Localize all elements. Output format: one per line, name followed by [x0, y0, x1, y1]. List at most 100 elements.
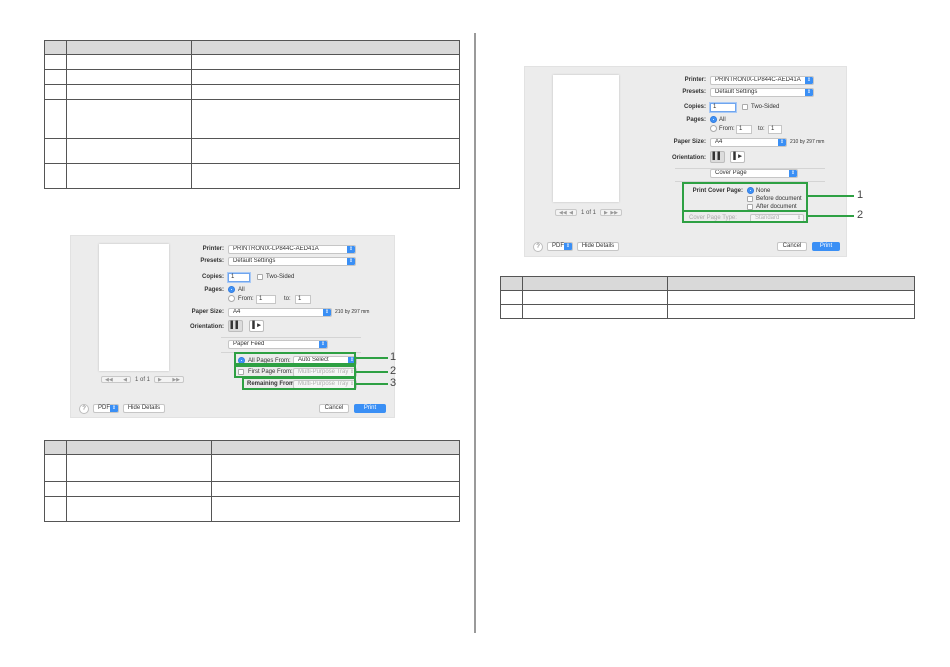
callout-leader-2: [808, 215, 854, 217]
paper-size-label: Paper Size:: [673, 139, 706, 145]
column-divider: [474, 33, 476, 633]
landscape-orientation-button[interactable]: ▌▸: [249, 320, 264, 332]
hide-details-button[interactable]: Hide Details: [577, 242, 619, 251]
printer-value: PRINTRONIX-LP844C-AED41A: [233, 246, 319, 252]
presets-label: Presets:: [200, 258, 224, 264]
prev-page-button[interactable]: ◀◀ ◀: [101, 376, 131, 383]
cancel-button[interactable]: Cancel: [777, 242, 807, 251]
two-sided-checkbox[interactable]: [742, 104, 748, 110]
paper-size-select[interactable]: A4 ⇕: [710, 138, 787, 147]
table-row: [500, 290, 915, 305]
table-row: [44, 496, 460, 522]
table-header-row: [44, 440, 460, 455]
table-row: [44, 454, 460, 482]
printer-value: PRINTRONIX-LP844C-AED41A: [715, 77, 801, 83]
print-dialog-cover-page: ◀◀ ◀ 1 of 1 ▶ ▶▶ Printer: PRINTRONIX-LP844…: [524, 66, 847, 257]
callout-leader-1: [356, 357, 388, 359]
next-page-button[interactable]: ▶ ▶▶: [600, 209, 623, 216]
table-row: [500, 304, 915, 319]
to-field[interactable]: 1: [768, 125, 782, 134]
callout-leader-3: [356, 383, 388, 385]
presets-select[interactable]: Default Settings ⇕: [228, 257, 356, 266]
presets-label: Presets:: [682, 89, 706, 95]
chevron-icon: ⇕: [347, 258, 355, 265]
table-row: [44, 138, 460, 164]
print-button[interactable]: Print: [354, 404, 386, 413]
printer-select[interactable]: PRINTRONIX-LP844C-AED41A ⇕: [228, 245, 356, 254]
cancel-button[interactable]: Cancel: [319, 404, 349, 413]
chevron-icon: ⇕: [319, 341, 327, 348]
chevron-icon: ⇕: [347, 246, 355, 253]
callout-box-1: [234, 352, 356, 365]
pages-range-radio[interactable]: [228, 295, 235, 302]
table-row: [44, 84, 460, 100]
two-sided-label: Two-Sided: [751, 104, 780, 110]
presets-value: Default Settings: [233, 258, 276, 264]
pdf-label: PDF: [552, 243, 564, 249]
print-dialog-paper-feed: ◀◀ ◀ 1 of 1 ▶ ▶▶ Printer: PRINTRONIX-LP844…: [70, 235, 395, 418]
from-label: From:: [719, 126, 735, 132]
copies-field[interactable]: 1: [228, 273, 250, 282]
from-field[interactable]: 1: [736, 125, 752, 134]
separator: [221, 337, 361, 338]
callout-3: 3: [390, 377, 397, 389]
chevron-icon: ⇕: [805, 77, 813, 84]
paper-size-value: A4: [715, 139, 723, 145]
paper-size-label: Paper Size:: [191, 309, 224, 315]
presets-value: Default Settings: [715, 89, 758, 95]
to-field[interactable]: 1: [295, 295, 311, 304]
callout-box-3: [242, 377, 356, 390]
table-header-row: [500, 276, 915, 291]
callout-leader-1: [808, 195, 854, 197]
from-field[interactable]: 1: [256, 295, 276, 304]
paper-size-select[interactable]: A4 ⇕: [228, 308, 332, 317]
next-page-button[interactable]: ▶ ▶▶: [154, 376, 185, 383]
section-select[interactable]: Paper Feed ⇕: [228, 340, 328, 349]
print-button[interactable]: Print: [812, 242, 840, 251]
paper-size-value: A4: [233, 309, 241, 315]
pdf-menu-button[interactable]: PDF ⇕: [93, 404, 119, 413]
printer-label: Printer:: [684, 77, 706, 83]
chevron-icon: ⇕: [778, 139, 786, 146]
chevron-icon: ⇕: [564, 243, 572, 250]
pdf-menu-button[interactable]: PDF ⇕: [547, 242, 573, 251]
presets-select[interactable]: Default Settings ⇕: [710, 88, 814, 97]
orientation-label: Orientation:: [672, 155, 706, 161]
copies-field[interactable]: 1: [710, 103, 736, 112]
portrait-orientation-button[interactable]: ▌▌: [710, 151, 725, 163]
callout-box-1: [682, 182, 808, 212]
section-select[interactable]: Cover Page ⇕: [710, 169, 798, 178]
pdf-label: PDF: [98, 405, 110, 411]
to-label: to:: [758, 126, 765, 132]
copies-label: Copies:: [683, 104, 706, 110]
table-row: [44, 99, 460, 139]
pages-all-radio[interactable]: [710, 116, 717, 123]
portrait-orientation-button[interactable]: ▌▌: [228, 320, 243, 332]
pages-range-radio[interactable]: [710, 125, 717, 132]
landscape-orientation-button[interactable]: ▌▸: [730, 151, 745, 163]
pages-all-label: All: [238, 287, 245, 293]
prev-page-button[interactable]: ◀◀ ◀: [555, 209, 577, 216]
pages-label: Pages:: [204, 287, 224, 293]
page-preview: [553, 75, 619, 202]
page-navigator: ◀◀ ◀ 1 of 1 ▶ ▶▶: [555, 209, 623, 216]
paper-dims: 210 by 297 mm: [335, 309, 370, 315]
page-navigator: ◀◀ ◀ 1 of 1 ▶ ▶▶: [101, 376, 185, 383]
callout-2: 2: [857, 209, 864, 221]
table-row: [44, 163, 460, 189]
printer-select[interactable]: PRINTRONIX-LP844C-AED41A ⇕: [710, 76, 814, 85]
page-indicator: 1 of 1: [135, 376, 151, 383]
help-button[interactable]: ?: [79, 404, 89, 414]
orientation-label: Orientation:: [190, 324, 224, 330]
cover-page-table: [500, 276, 915, 319]
hide-details-button[interactable]: Hide Details: [123, 404, 165, 413]
callout-box-2: [682, 210, 808, 223]
pages-label: Pages:: [686, 117, 706, 123]
two-sided-label: Two-Sided: [266, 274, 295, 280]
section-value: Cover Page: [715, 170, 747, 176]
help-button[interactable]: ?: [533, 242, 543, 252]
pages-all-radio[interactable]: [228, 286, 235, 293]
two-sided-checkbox[interactable]: [257, 274, 263, 280]
callout-leader-2: [356, 371, 388, 373]
table-header-row: [44, 40, 460, 55]
